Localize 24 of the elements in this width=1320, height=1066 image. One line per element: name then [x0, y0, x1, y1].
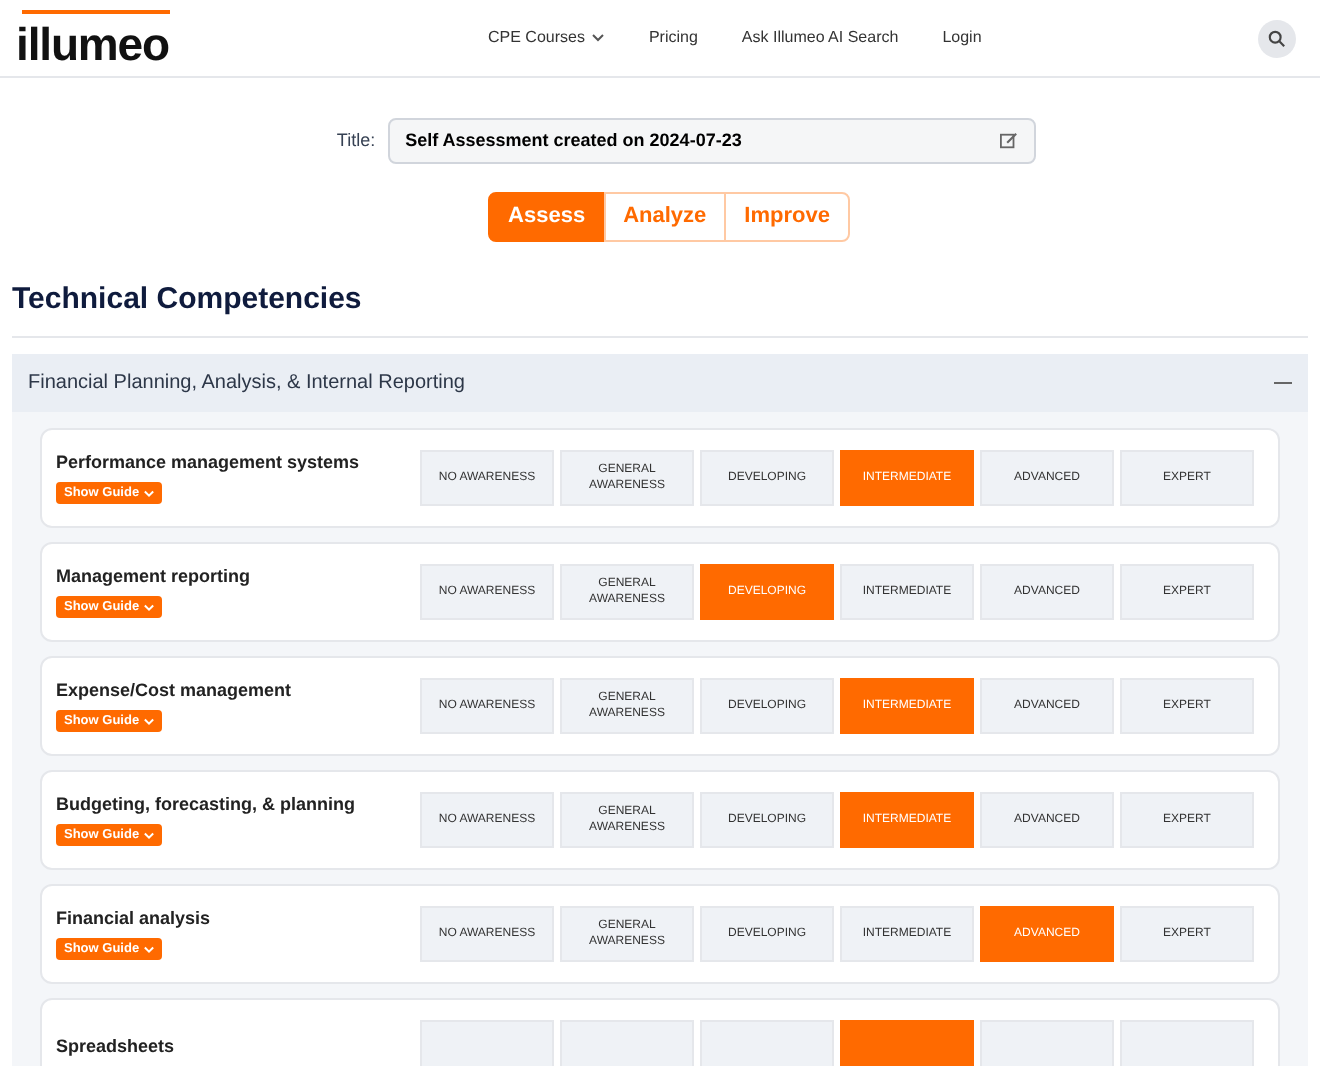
- competency-name: Expense/Cost management: [56, 677, 292, 704]
- section-heading: Technical Competencies: [12, 278, 1308, 337]
- chevron-down-icon: [143, 717, 154, 726]
- nav-link[interactable]: Pricing: [648, 26, 698, 50]
- level-option[interactable]: [840, 1019, 974, 1066]
- logo[interactable]: illumeo: [16, 9, 169, 67]
- title-field[interactable]: Self Assessment created on 2024-07-23: [387, 118, 1036, 164]
- chevron-down-icon: [143, 945, 154, 954]
- nav-link[interactable]: Login: [942, 26, 982, 50]
- competency-name: Financial analysis: [56, 905, 211, 932]
- search-button[interactable]: [1258, 19, 1296, 57]
- title-label: Title:: [336, 127, 376, 154]
- chevron-down-icon: [143, 831, 154, 840]
- nav-link[interactable]: CPE Courses: [488, 26, 605, 50]
- search-icon: [1268, 29, 1286, 47]
- edit-icon[interactable]: [999, 132, 1018, 150]
- competency-name: Management reporting: [56, 563, 251, 590]
- competency-name: Spreadsheets: [56, 1033, 175, 1060]
- nav-link[interactable]: Ask Illumeo AI Search: [741, 26, 899, 50]
- competency-name: Budgeting, forecasting, & planning: [56, 791, 355, 818]
- competency-name: Performance management systems: [56, 449, 360, 476]
- chevron-down-icon: [143, 603, 154, 612]
- chevron-down-icon: [143, 489, 154, 498]
- section-header[interactable]: Financial Planning, Analysis, & Internal Reporting: [12, 353, 1308, 411]
